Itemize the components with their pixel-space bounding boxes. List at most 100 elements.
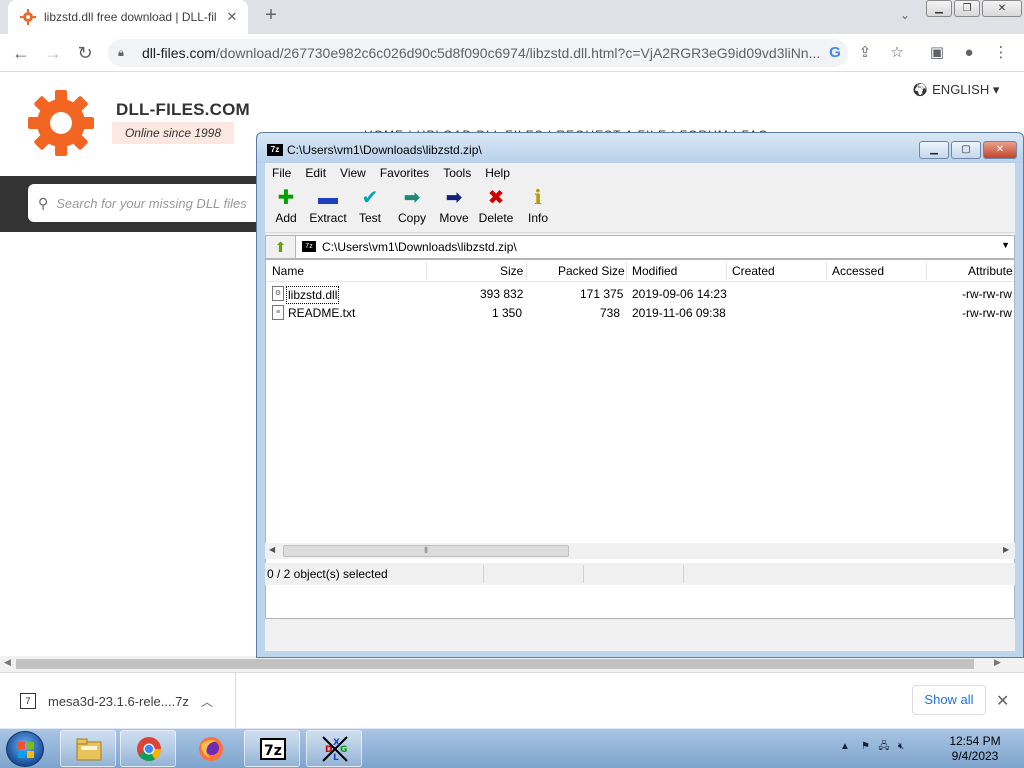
tab-close-icon[interactable]: ✕	[224, 9, 240, 25]
download-item[interactable]: 7 mesa3d-23.1.6-rele....7z ︿	[0, 673, 236, 729]
close-download-bar-icon[interactable]: ✕	[996, 691, 1009, 711]
taskbar-7zip[interactable]: 7z	[244, 730, 300, 767]
extract-button[interactable]: ▬ Extract	[307, 187, 349, 231]
7zip-maximize-button[interactable]: ▢	[951, 141, 981, 159]
file-name[interactable]: libzstd.dll	[286, 286, 340, 304]
menu-help[interactable]: Help	[478, 163, 517, 183]
file-row[interactable]: ≡ README.txt 1 350 738 2019-11-06 09:38 …	[266, 303, 1014, 322]
clock-time: 12:54 PM	[949, 734, 1001, 748]
folder-up-icon[interactable]: ⬆	[266, 236, 296, 258]
sidepanel-icon[interactable]: ▣	[928, 44, 946, 62]
column-created[interactable]: Created	[732, 264, 775, 280]
volume-icon[interactable]: 🔇︎	[898, 741, 904, 752]
dll-files-logo-icon[interactable]	[26, 88, 96, 158]
taskbar-explorer[interactable]	[60, 730, 116, 767]
delete-x-icon: ✖	[487, 187, 505, 209]
address-bar[interactable]: 🔒︎ dll-files.com/download/267730e982c6c0…	[108, 39, 848, 67]
7zip-titlebar[interactable]: 7z C:\Users\vm1\Downloads\libzstd.zip\ ▁…	[257, 133, 1023, 163]
copy-button[interactable]: ➡ Copy	[391, 187, 433, 231]
7zip-client-area: File Edit View Favorites Tools Help ✚ Ad…	[265, 163, 1015, 651]
column-size[interactable]: Size	[500, 264, 523, 280]
7zip-minimize-button[interactable]: ▁	[919, 141, 949, 159]
scrollbar-thumb[interactable]	[16, 659, 974, 669]
file-name[interactable]: README.txt	[286, 306, 357, 320]
7zip-close-button[interactable]: ✕	[983, 141, 1017, 159]
menu-file[interactable]: File	[265, 163, 298, 183]
minimize-button[interactable]: ▁	[926, 0, 952, 17]
scroll-right-arrow-icon[interactable]: ▶	[994, 657, 1001, 668]
7zip-address-bar[interactable]: ⬆ 7z C:\Users\vm1\Downloads\libzstd.zip\…	[265, 235, 1015, 259]
file-attributes: -rw-rw-rw	[962, 287, 1012, 301]
taskbar-firefox[interactable]	[182, 730, 238, 767]
file-list-header: Name Size Packed Size Modified Created A…	[266, 260, 1014, 282]
scroll-left-arrow-icon[interactable]: ◀	[269, 545, 275, 554]
lock-icon[interactable]: 🔒︎	[118, 47, 132, 60]
chrome-icon	[137, 737, 161, 762]
7zip-toolbar: ✚ Add ▬ Extract ✔ Test ➡ Copy ➡ Move ✖ D…	[265, 183, 1015, 233]
new-tab-button[interactable]: +	[260, 5, 282, 27]
site-brand[interactable]: DLL-FILES.COM	[116, 100, 250, 120]
browser-tab-strip: libzstd.dll free download | DLL-fil ✕ + …	[0, 0, 1024, 34]
system-tray: ▲ ⚑ 🖧︎ 🔇︎	[840, 739, 904, 756]
taskbar-dependencies[interactable]: D X G L	[306, 730, 362, 767]
forward-arrow-icon[interactable]: →	[42, 42, 64, 64]
address-dropdown-icon[interactable]: ▼	[1001, 240, 1010, 250]
file-list-scroll-thumb[interactable]: ⦀	[283, 545, 569, 557]
tab-title: libzstd.dll free download | DLL-fil	[44, 10, 217, 24]
chevron-up-icon[interactable]: ︿	[201, 693, 221, 710]
windows-explorer-icon	[76, 738, 102, 761]
column-name[interactable]: Name	[272, 264, 304, 280]
svg-text:X: X	[333, 738, 340, 748]
info-button[interactable]: ℹ Info	[517, 187, 559, 231]
delete-button[interactable]: ✖ Delete	[475, 187, 517, 231]
action-center-icon[interactable]: ⚑	[861, 741, 870, 752]
url-text: dll-files.com/download/267730e982c6c026d…	[142, 45, 821, 61]
file-size: 1 350	[492, 306, 523, 320]
clock-date: 9/4/2023	[951, 749, 999, 763]
back-arrow-icon[interactable]: ←	[10, 42, 32, 64]
7zip-status-bar: 0 / 2 object(s) selected	[265, 563, 1015, 585]
add-button[interactable]: ✚ Add	[265, 187, 307, 231]
menu-view[interactable]: View	[333, 163, 373, 183]
search-icon: ⚲	[38, 194, 49, 211]
profile-icon[interactable]: ●	[960, 44, 978, 62]
close-window-button[interactable]: ✕	[982, 0, 1022, 17]
dll-file-icon: ⚙	[272, 286, 284, 301]
network-icon[interactable]: 🖧︎	[878, 741, 889, 752]
info-icon: ℹ	[534, 187, 542, 209]
browser-tab[interactable]: libzstd.dll free download | DLL-fil ✕	[8, 0, 248, 34]
file-modified: 2019-11-06 09:38	[632, 306, 726, 320]
page-horizontal-scrollbar[interactable]: ◀ ▶	[0, 656, 1024, 672]
restore-button[interactable]: ❐	[954, 0, 980, 17]
dll-search-input[interactable]: ⚲ Search for your missing DLL files	[28, 184, 268, 222]
menu-edit[interactable]: Edit	[298, 163, 333, 183]
show-hidden-icons-icon[interactable]: ▲	[840, 741, 850, 752]
reload-icon[interactable]: ↻	[74, 42, 96, 64]
menu-tools[interactable]: Tools	[436, 163, 478, 183]
show-all-button[interactable]: Show all	[912, 685, 986, 715]
taskbar-chrome[interactable]	[120, 730, 176, 767]
scroll-left-arrow-icon[interactable]: ◀	[4, 657, 11, 668]
windows-taskbar: 7z D X G L ▲ ⚑ 🖧︎ 🔇︎ 12:54 PM 9/4/2023	[0, 728, 1024, 768]
7zip-address-path[interactable]: C:\Users\vm1\Downloads\libzstd.zip\	[322, 240, 517, 254]
column-attributes[interactable]: Attribute	[968, 264, 1013, 280]
google-icon[interactable]: G	[826, 44, 844, 62]
move-button[interactable]: ➡ Move	[433, 187, 475, 231]
minus-icon: ▬	[318, 187, 338, 209]
scroll-right-arrow-icon[interactable]: ▶	[1003, 545, 1009, 554]
start-button[interactable]	[6, 731, 44, 767]
column-packed-size[interactable]: Packed Size	[558, 264, 625, 280]
language-selector[interactable]: 🌍︎ ENGLISH ▾	[912, 82, 999, 98]
file-row[interactable]: ⚙ libzstd.dll 393 832 171 375 2019-09-06…	[266, 284, 1014, 304]
column-modified[interactable]: Modified	[632, 264, 677, 280]
tab-search-chevron-icon[interactable]: ⌄	[896, 8, 914, 26]
download-bar: 7 mesa3d-23.1.6-rele....7z ︿ Show all ✕	[0, 672, 1024, 729]
test-button[interactable]: ✔ Test	[349, 187, 391, 231]
column-accessed[interactable]: Accessed	[832, 264, 884, 280]
menu-icon[interactable]: ⋮	[992, 44, 1010, 62]
taskbar-clock[interactable]: 12:54 PM 9/4/2023	[942, 734, 1008, 764]
file-list-horizontal-scrollbar[interactable]: ◀ ⦀ ▶	[265, 543, 1015, 559]
star-icon[interactable]: ☆	[888, 44, 906, 62]
share-icon[interactable]: ⇪	[856, 44, 874, 62]
menu-favorites[interactable]: Favorites	[373, 163, 436, 183]
